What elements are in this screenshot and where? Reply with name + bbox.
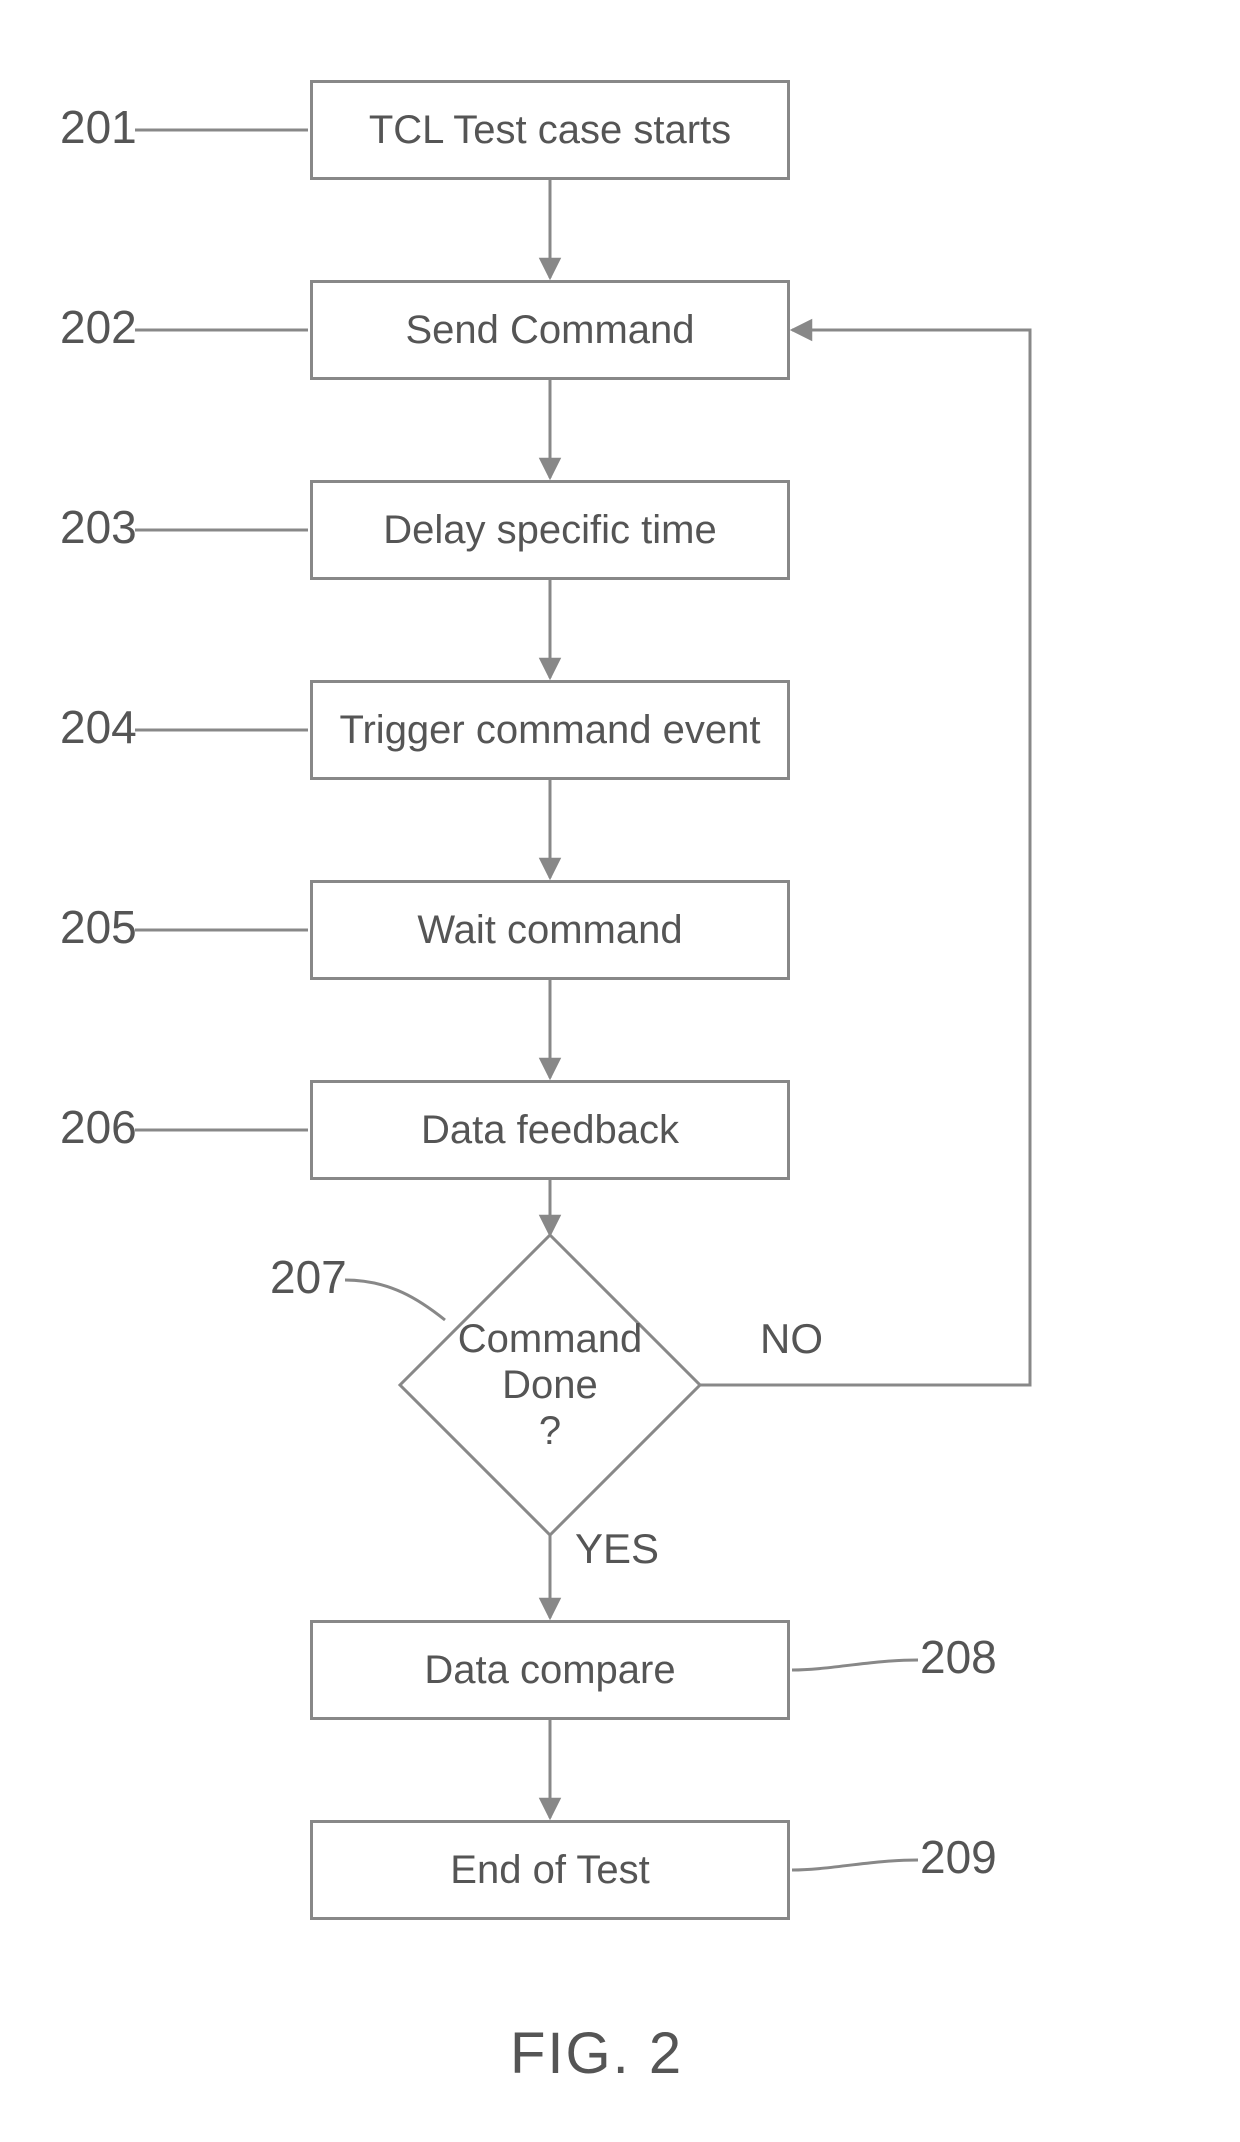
ref-203: 203 xyxy=(60,500,137,554)
step-201-box: TCL Test case starts xyxy=(310,80,790,180)
step-207-decision: Command Done ? xyxy=(395,1230,705,1540)
ref-208: 208 xyxy=(920,1630,997,1684)
step-209-text: End of Test xyxy=(450,1848,649,1893)
step-201-text: TCL Test case starts xyxy=(369,108,731,153)
step-203-text: Delay specific time xyxy=(383,508,716,553)
edge-label-yes: YES xyxy=(575,1525,659,1573)
ref-201: 201 xyxy=(60,100,137,154)
step-209-box: End of Test xyxy=(310,1820,790,1920)
ref-206: 206 xyxy=(60,1100,137,1154)
ref-204: 204 xyxy=(60,700,137,754)
step-204-box: Trigger command event xyxy=(310,680,790,780)
step-208-box: Data compare xyxy=(310,1620,790,1720)
step-207-text-line3: ? xyxy=(458,1408,643,1454)
ref-205: 205 xyxy=(60,900,137,954)
ref-207: 207 xyxy=(270,1250,347,1304)
step-206-text: Data feedback xyxy=(421,1108,679,1153)
edge-label-no: NO xyxy=(760,1315,823,1363)
step-208-text: Data compare xyxy=(424,1648,675,1693)
step-207-text-line1: Command xyxy=(458,1316,643,1362)
flowchart-canvas: TCL Test case starts Send Command Delay … xyxy=(0,0,1240,2142)
step-206-box: Data feedback xyxy=(310,1080,790,1180)
ref-202: 202 xyxy=(60,300,137,354)
step-205-text: Wait command xyxy=(417,908,682,953)
step-202-box: Send Command xyxy=(310,280,790,380)
step-204-text: Trigger command event xyxy=(340,708,761,753)
step-202-text: Send Command xyxy=(405,308,694,353)
ref-209: 209 xyxy=(920,1830,997,1884)
figure-caption: FIG. 2 xyxy=(510,2020,683,2087)
step-207-text-line2: Done xyxy=(458,1362,643,1408)
step-205-box: Wait command xyxy=(310,880,790,980)
step-203-box: Delay specific time xyxy=(310,480,790,580)
